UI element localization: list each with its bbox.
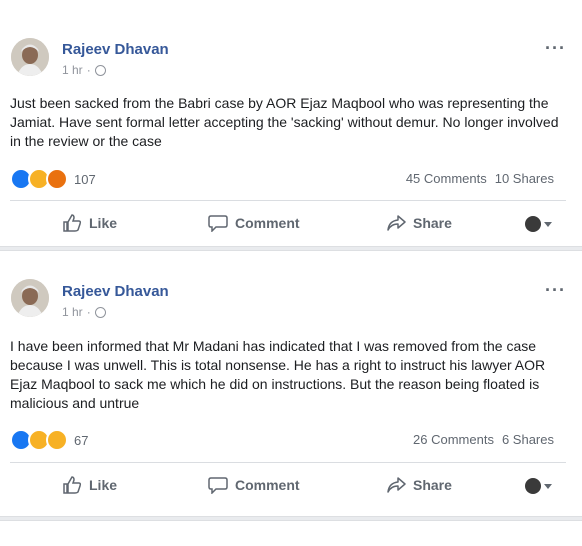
share-icon <box>387 215 406 231</box>
post-meta: 1 hr · <box>62 305 106 319</box>
chevron-down-icon <box>544 221 552 227</box>
post-card: Rajeev Dhavan 1 hr · ··· I have been inf… <box>0 266 582 516</box>
more-options-icon[interactable]: ··· <box>545 280 566 301</box>
more-options-icon[interactable]: ··· <box>545 38 566 59</box>
post-separator <box>0 246 582 251</box>
like-button[interactable]: Like <box>62 214 117 232</box>
share-icon <box>387 477 406 493</box>
reactions-summary[interactable]: 67 <box>10 429 88 451</box>
chevron-down-icon <box>544 483 552 489</box>
action-bar: Like Comment Share <box>0 210 582 240</box>
user-avatar-icon <box>525 478 541 494</box>
reactions-summary[interactable]: 107 <box>10 168 96 190</box>
post-card: Rajeev Dhavan 1 hr · ··· Just been sacke… <box>0 26 582 246</box>
globe-icon <box>94 64 106 76</box>
like-button[interactable]: Like <box>62 476 117 494</box>
author-avatar[interactable] <box>11 38 49 76</box>
share-button-label: Share <box>413 215 452 231</box>
divider <box>10 462 566 463</box>
thumbs-up-icon <box>63 214 82 232</box>
post-meta: 1 hr · <box>62 63 106 77</box>
like-button-label: Like <box>89 215 118 231</box>
post-text: Just been sacked from the Babri case by … <box>10 95 559 149</box>
engagement-counts: 45 Comments 10 Shares <box>406 171 554 186</box>
share-count[interactable]: 10 Shares <box>495 171 554 186</box>
share-count[interactable]: 6 Shares <box>502 432 554 447</box>
comment-button[interactable]: Comment <box>208 214 300 232</box>
audience-selector[interactable] <box>525 478 552 494</box>
comment-button[interactable]: Comment <box>208 476 300 494</box>
comment-count[interactable]: 45 Comments <box>406 171 487 186</box>
user-avatar-icon <box>525 216 541 232</box>
author-name[interactable]: Rajeev Dhavan <box>62 41 169 58</box>
comment-count[interactable]: 26 Comments <box>413 432 494 447</box>
share-button-label: Share <box>413 477 452 493</box>
comment-icon <box>208 477 228 494</box>
post-separator <box>0 516 582 521</box>
thumbs-up-icon <box>63 476 82 494</box>
comment-button-label: Comment <box>235 477 300 493</box>
comment-icon <box>208 215 228 232</box>
share-button[interactable]: Share <box>386 214 452 232</box>
post-time[interactable]: 1 hr <box>62 63 83 77</box>
reaction-count: 67 <box>74 432 89 448</box>
meta-separator: · <box>86 305 91 319</box>
share-button[interactable]: Share <box>386 476 452 494</box>
author-avatar[interactable] <box>11 279 49 317</box>
post-time[interactable]: 1 hr <box>62 305 83 319</box>
like-button-label: Like <box>89 477 118 493</box>
angry-reaction-icon <box>46 168 68 190</box>
globe-icon <box>94 306 106 318</box>
meta-separator: · <box>86 63 91 77</box>
divider <box>10 200 566 201</box>
reaction-count: 107 <box>74 171 96 187</box>
haha-reaction-icon <box>46 429 68 451</box>
audience-selector[interactable] <box>525 216 552 232</box>
author-name[interactable]: Rajeev Dhavan <box>62 283 169 300</box>
post-text: I have been informed that Mr Madani has … <box>10 338 546 411</box>
comment-button-label: Comment <box>235 215 300 231</box>
action-bar: Like Comment Share <box>0 472 582 502</box>
engagement-counts: 26 Comments 6 Shares <box>413 432 554 447</box>
